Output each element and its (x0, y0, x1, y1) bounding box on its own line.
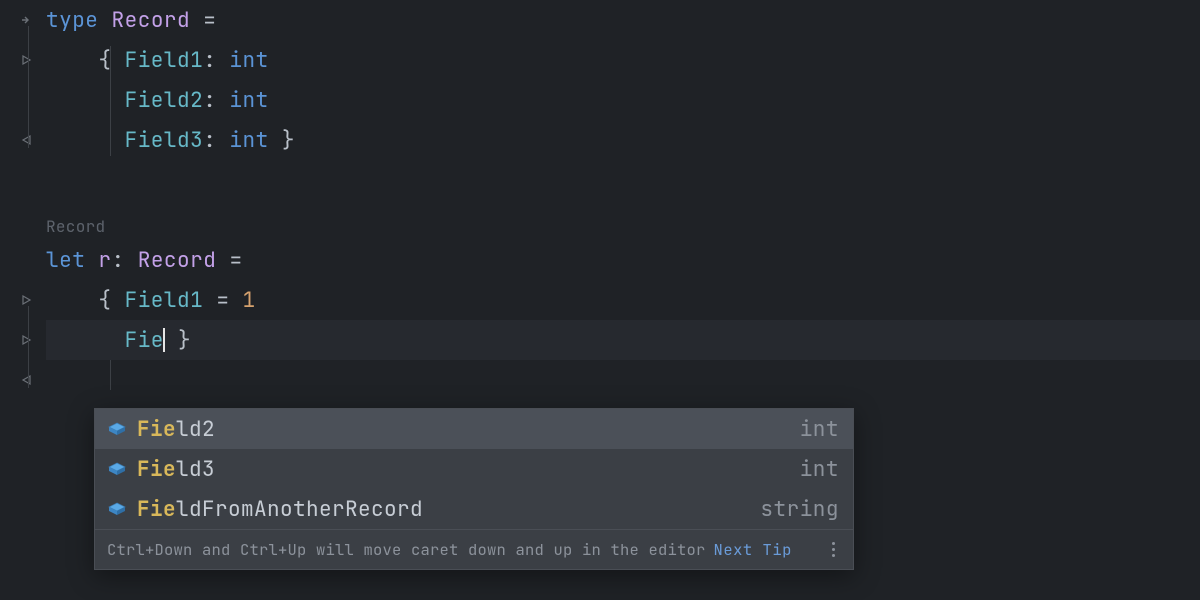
completion-item[interactable]: FieldFromAnotherRecord string (95, 489, 853, 529)
completion-type-hint: int (800, 416, 839, 443)
editor-gutter (0, 0, 46, 600)
brace-token: } (165, 327, 191, 354)
code-line[interactable] (46, 360, 1200, 400)
code-line[interactable]: type Record = (46, 0, 1200, 40)
code-line[interactable]: { Field1 = 1 (46, 280, 1200, 320)
more-options-icon[interactable] (825, 542, 841, 557)
code-line[interactable]: Field3: int } (46, 120, 1200, 160)
inlay-hint: Record (46, 216, 105, 237)
completion-item[interactable]: Field2 int (95, 409, 853, 449)
field-token: Field2 (125, 87, 204, 114)
type-annotation-token: int (229, 47, 268, 74)
code-line[interactable]: { Field1: int (46, 40, 1200, 80)
field-token: Field3 (125, 127, 204, 154)
code-line[interactable]: Record let r: Record = (46, 240, 1200, 280)
code-line[interactable]: Field2: int (46, 80, 1200, 120)
field-token: Field1 (125, 47, 204, 74)
brace-token: { (98, 47, 124, 74)
completion-label: FieldFromAnotherRecord (137, 496, 750, 523)
code-line[interactable] (46, 160, 1200, 200)
operator-token: = (216, 247, 242, 274)
brace-token: } (269, 127, 295, 154)
type-token: Record (138, 247, 217, 274)
number-token: 1 (243, 287, 256, 314)
completion-item[interactable]: Field3 int (95, 449, 853, 489)
keyword-token: type (46, 7, 98, 34)
code-line-current[interactable]: Fie } (46, 320, 1200, 360)
identifier-token: r (98, 247, 111, 274)
completion-tip-text: Ctrl+Down and Ctrl+Up will move caret do… (107, 539, 706, 560)
operator-token: = (203, 287, 242, 314)
type-annotation-token: int (229, 87, 268, 114)
field-icon (107, 499, 127, 519)
type-token: Record (112, 7, 191, 34)
operator-token: = (190, 7, 216, 34)
completion-label: Field3 (137, 456, 790, 483)
next-tip-link[interactable]: Next Tip (714, 539, 792, 560)
code-line[interactable] (46, 200, 1200, 240)
field-icon (107, 459, 127, 479)
fold-toggle-icon[interactable] (20, 14, 36, 26)
field-token: Field1 (125, 287, 204, 314)
field-token: Fie (125, 327, 164, 354)
completion-type-hint: int (800, 456, 839, 483)
brace-token: { (98, 287, 124, 314)
keyword-token: let (46, 247, 85, 274)
completion-label: Field2 (137, 416, 790, 443)
fold-toggle-icon[interactable] (20, 294, 36, 306)
completion-popup: Field2 int Field3 int FieldFromAnotherRe… (94, 408, 854, 570)
field-icon (107, 419, 127, 439)
completion-footer: Ctrl+Down and Ctrl+Up will move caret do… (95, 529, 853, 569)
type-annotation-token: int (229, 127, 268, 154)
completion-type-hint: string (760, 496, 839, 523)
